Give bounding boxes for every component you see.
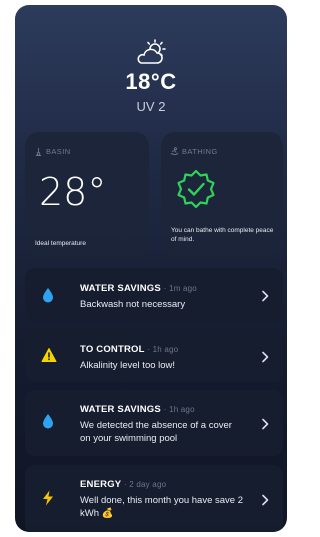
basin-header: BASIN bbox=[34, 147, 71, 156]
notification-title: ENERGY · 2 day ago bbox=[80, 479, 167, 490]
swimmer-icon bbox=[170, 147, 179, 156]
basin-label: BASIN bbox=[46, 147, 71, 156]
chevron-right-icon[interactable] bbox=[261, 494, 269, 506]
notification-title: WATER SAVINGS · 1h ago bbox=[80, 404, 195, 415]
bathing-card[interactable]: BATHING You can bathe with complete peac… bbox=[161, 132, 283, 256]
notification-body: Well done, this month you have save 2 kW… bbox=[80, 495, 244, 519]
notification-time: 1h ago bbox=[152, 345, 179, 354]
notification-card[interactable]: WATER SAVINGS · 1m ago Backwash not nece… bbox=[25, 268, 283, 322]
notification-body: We detected the absence of a cover on yo… bbox=[80, 420, 232, 444]
notification-time: 2 day ago bbox=[129, 480, 167, 489]
notification-title-text: ENERGY bbox=[80, 479, 122, 490]
uv-index: UV 2 bbox=[136, 99, 166, 114]
notification-time: 1h ago bbox=[169, 405, 195, 414]
partly-sunny-icon bbox=[137, 39, 166, 64]
thermometer-icon bbox=[35, 147, 42, 156]
water-drop-icon bbox=[43, 288, 53, 303]
notification-title: TO CONTROL · 1h ago bbox=[80, 344, 179, 355]
warning-icon bbox=[41, 348, 57, 362]
basin-temperature: 28° bbox=[39, 170, 107, 214]
water-drop-icon bbox=[43, 414, 53, 429]
notification-time: 1m ago bbox=[169, 284, 197, 293]
lightning-icon bbox=[43, 490, 53, 506]
notification-title-text: TO CONTROL bbox=[80, 344, 145, 355]
bathing-label: BATHING bbox=[182, 147, 218, 156]
chevron-right-icon[interactable] bbox=[261, 290, 269, 302]
current-temperature: 18°C bbox=[125, 69, 177, 94]
weather-summary: 18°C UV 2 bbox=[15, 39, 287, 114]
notification-card[interactable]: ENERGY · 2 day ago Well done, this month… bbox=[25, 465, 283, 532]
notification-card[interactable]: WATER SAVINGS · 1h ago We detected the a… bbox=[25, 390, 283, 456]
notification-card[interactable]: TO CONTROL · 1h ago Alkalinity level too… bbox=[25, 330, 283, 382]
bathing-header: BATHING bbox=[170, 147, 218, 156]
chevron-right-icon[interactable] bbox=[261, 418, 269, 430]
app-screen: 18°C UV 2 BASIN 28° Ideal temperature BA… bbox=[15, 5, 287, 532]
basin-status: Ideal temperature bbox=[35, 240, 86, 247]
notification-title-text: WATER SAVINGS bbox=[80, 283, 161, 294]
notification-body: Backwash not necessary bbox=[80, 299, 186, 310]
bathing-message: You can bathe with complete peace of min… bbox=[171, 227, 274, 243]
notification-body: Alkalinity level too low! bbox=[80, 360, 176, 371]
check-badge-icon bbox=[177, 169, 215, 209]
notification-title: WATER SAVINGS · 1m ago bbox=[80, 283, 197, 294]
notification-title-text: WATER SAVINGS bbox=[80, 404, 161, 415]
basin-card[interactable]: BASIN 28° Ideal temperature bbox=[25, 132, 149, 256]
chevron-right-icon[interactable] bbox=[261, 351, 269, 363]
